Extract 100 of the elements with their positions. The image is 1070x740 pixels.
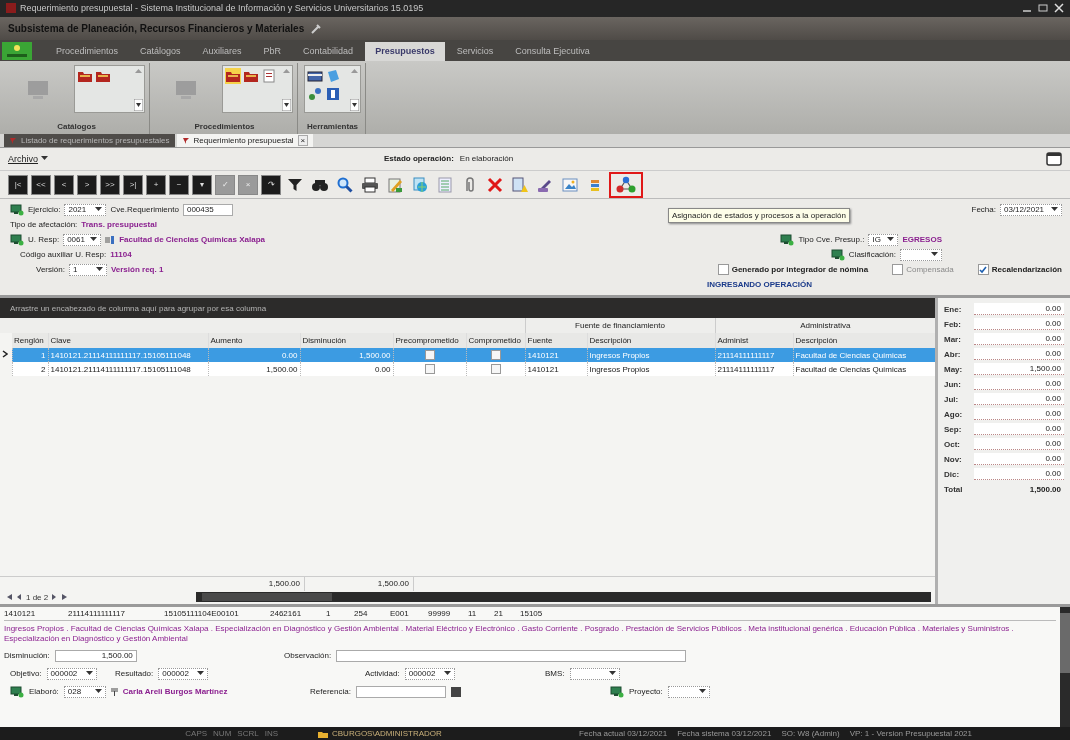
dropdown[interactable] (900, 248, 942, 261)
nav-button[interactable]: >> (100, 174, 120, 195)
dropdown[interactable]: 0061 (63, 233, 102, 246)
expand-icon[interactable] (282, 99, 291, 112)
pin-filter-icon[interactable] (110, 687, 118, 697)
month-field[interactable]: 1,500.00 (974, 363, 1064, 376)
dropdown[interactable]: 1 (68, 263, 107, 276)
dropdown[interactable]: IG (868, 233, 899, 246)
horizontal-scrollbar[interactable] (196, 592, 931, 603)
monitor-icon[interactable] (830, 248, 845, 261)
close-icon[interactable] (1054, 3, 1064, 14)
connected-nodes-icon (616, 175, 636, 194)
month-field[interactable]: 0.00 (974, 453, 1064, 466)
month-field[interactable]: 0.00 (974, 348, 1064, 361)
previous-page-icon[interactable] (16, 593, 23, 602)
checkbox[interactable]: Generado por integrador de nómina (717, 264, 869, 276)
scroll-thumb[interactable] (1060, 612, 1070, 673)
column-header[interactable]: Aumento (208, 333, 300, 349)
column-header[interactable]: Fuente (525, 333, 587, 349)
amount-field[interactable]: 1,500.00 (54, 649, 137, 662)
scroll-thumb[interactable] (202, 593, 332, 602)
table-cell: 1410121 (527, 350, 559, 360)
vertical-scrollbar[interactable] (1060, 606, 1070, 728)
nav-button[interactable]: ↷ (261, 174, 281, 195)
dropdown[interactable]: 000002 (404, 667, 455, 680)
month-field[interactable]: 0.00 (974, 378, 1064, 391)
checkbox[interactable] (490, 364, 501, 375)
month-field[interactable]: 0.00 (974, 438, 1064, 451)
year-dropdown[interactable]: 2021 (64, 203, 107, 216)
window-icon[interactable] (1046, 151, 1062, 166)
ribbon-tab[interactable]: PbR (253, 42, 292, 62)
monitor-icon[interactable] (10, 203, 24, 216)
dropdown[interactable]: 000002 (46, 667, 97, 680)
nav-button[interactable]: << (31, 174, 51, 195)
archivo-menu[interactable]: Archivo (8, 153, 48, 164)
table-row[interactable]: 2 1410121.21114111111117.15105111048 1,500.00 0.00 1410121 Ingresos Propios 21114111111117 Facultad de Ciencias Químicas (0, 362, 935, 377)
dropdown[interactable] (569, 667, 620, 680)
ribbon-button[interactable] (261, 68, 277, 85)
column-header[interactable]: Descripción (587, 333, 715, 349)
expand-icon[interactable] (350, 99, 359, 112)
month-field[interactable]: 0.00 (974, 303, 1064, 316)
dropdown[interactable]: 000002 (158, 667, 209, 680)
nav-button[interactable]: + (146, 174, 166, 195)
dropdown[interactable]: 028 (63, 685, 106, 698)
ribbon-button[interactable] (325, 86, 341, 103)
month-field[interactable]: 0.00 (974, 423, 1064, 436)
month-field[interactable]: 0.00 (974, 333, 1064, 346)
lookup-button[interactable] (450, 686, 461, 697)
wrench-icon[interactable] (310, 22, 323, 35)
column-header[interactable]: Precomprometido (393, 333, 466, 349)
nav-button[interactable]: < (54, 174, 74, 195)
lookup-icon[interactable] (105, 234, 116, 245)
input-field[interactable] (355, 685, 446, 698)
ribbon-tab[interactable]: Auxiliares (192, 42, 252, 62)
checkbox[interactable] (424, 364, 435, 375)
maximize-icon[interactable] (1038, 3, 1048, 14)
document-tab[interactable]: Requerimiento presupuestal × (176, 134, 314, 147)
monitor-icon[interactable] (10, 233, 24, 246)
last-page-icon[interactable] (61, 593, 69, 602)
column-header[interactable]: Comprometido (466, 333, 525, 349)
dropdown[interactable] (667, 685, 710, 698)
nav-button[interactable]: > (77, 174, 97, 195)
month-label: Sep: (944, 424, 963, 434)
column-header[interactable]: Administ (715, 333, 793, 349)
nav-button[interactable]: ▾ (192, 174, 212, 195)
ribbon-button[interactable] (307, 68, 323, 85)
column-header[interactable]: Clave (48, 333, 208, 349)
ribbon-tab[interactable]: Servicios (446, 42, 504, 62)
month-field[interactable]: 0.00 (974, 318, 1064, 331)
checkbox[interactable] (424, 350, 435, 361)
ribbon-button[interactable] (307, 86, 323, 103)
nav-button[interactable]: |< (8, 174, 28, 195)
column-header[interactable]: Renglón (12, 333, 48, 349)
date-dropdown[interactable]: 03/12/2021 (1000, 203, 1062, 216)
column-header[interactable]: Descripción (793, 333, 935, 349)
nav-button[interactable]: − (169, 174, 189, 195)
month-field[interactable]: 0.00 (974, 408, 1064, 421)
month-field[interactable]: 0.00 (974, 468, 1064, 481)
nav-button[interactable]: >| (123, 174, 143, 195)
ribbon-tab[interactable]: Consulta Ejecutiva (505, 42, 600, 62)
checkbox[interactable] (490, 350, 501, 361)
ribbon-tab[interactable]: Presupuestos (365, 42, 445, 62)
checkbox[interactable]: Recalendarización (977, 264, 1062, 276)
column-header[interactable]: Disminución (300, 333, 393, 349)
monitor-icon[interactable] (780, 233, 795, 246)
ribbon-tab[interactable]: Contabilidad (293, 42, 364, 62)
document-tab[interactable]: Listado de requerimientos presupuestales (4, 134, 175, 147)
month-field[interactable]: 0.00 (974, 393, 1064, 406)
ribbon-tab[interactable]: Procedimientos (46, 42, 129, 62)
expand-icon[interactable] (134, 99, 143, 112)
monitor-icon[interactable] (610, 685, 624, 698)
ribbon-button[interactable] (225, 68, 241, 85)
caret-icon (931, 252, 938, 258)
first-page-icon[interactable] (6, 593, 13, 602)
input-field[interactable] (336, 649, 687, 662)
input-field[interactable]: 000435 (182, 203, 233, 216)
ribbon-tab[interactable]: Catálogos (130, 42, 191, 62)
close-tab-button[interactable]: × (297, 135, 309, 147)
logo-icon[interactable] (2, 41, 32, 60)
monitor-icon[interactable] (10, 685, 24, 698)
